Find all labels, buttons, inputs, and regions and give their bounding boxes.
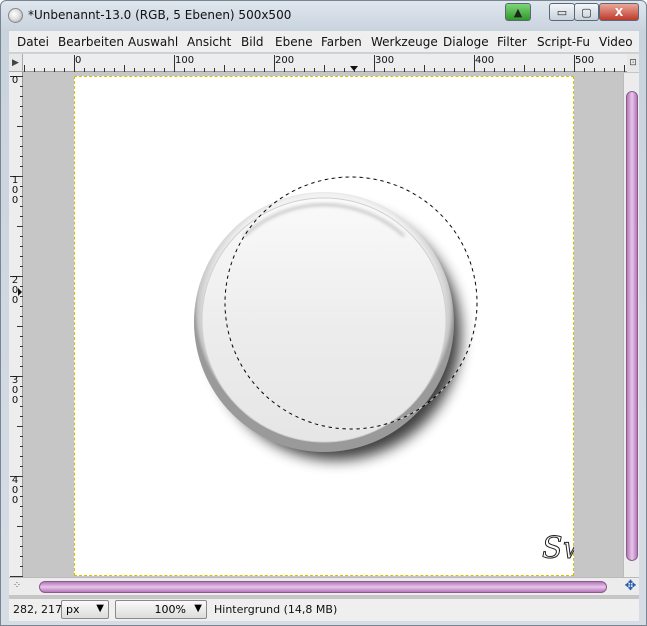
gimp-icon — [8, 8, 23, 23]
canvas-content: Sw — [194, 176, 574, 567]
menu-video[interactable]: Video — [599, 35, 633, 49]
menu-werkzeuge[interactable]: Werkzeuge — [371, 35, 438, 49]
menu-bearbeiten[interactable]: Bearbeiten — [58, 35, 124, 49]
v-ruler-label: 200 — [11, 275, 19, 306]
quick-mask-icon[interactable]: ⁘ — [11, 580, 23, 592]
vertical-ruler[interactable]: 0 100 200 300 400 — [9, 72, 23, 577]
title-bar[interactable]: *Unbenannt-13.0 (RGB, 5 Ebenen) 500x500 … — [1, 1, 646, 31]
menu-farben[interactable]: Farben — [321, 35, 362, 49]
menu-ebene[interactable]: Ebene — [275, 35, 313, 49]
extra-button[interactable]: ▲ — [505, 3, 531, 21]
ruler-position-marker — [350, 66, 358, 71]
extra-icon: ▲ — [513, 5, 523, 19]
move-cross-icon[interactable]: ✥ — [623, 579, 638, 594]
chevron-down-icon: ▼ — [194, 603, 202, 614]
app-window: *Unbenannt-13.0 (RGB, 5 Ebenen) 500x500 … — [0, 0, 647, 626]
layer-info: Hintergrund (14,8 MB) — [214, 603, 338, 616]
chevron-down-icon: ▼ — [96, 603, 104, 614]
menu-script-fu[interactable]: Script-Fu — [537, 35, 590, 49]
v-ruler-label: 0 — [11, 75, 19, 86]
menu-bar: Datei Bearbeiten Auswahl Ansicht Bild Eb… — [9, 31, 639, 53]
horizontal-scrollbar[interactable]: ⁘ ✥ — [9, 577, 639, 595]
horizontal-ruler-ticks — [24, 55, 625, 72]
zoom-select[interactable]: 100% ▼ — [115, 600, 207, 619]
maximize-icon: ▢ — [581, 5, 592, 19]
vertical-scroll-thumb[interactable] — [626, 91, 638, 561]
menu-dialoge[interactable]: Dialoge — [443, 35, 489, 49]
unit-value: px — [66, 603, 80, 616]
image-canvas[interactable]: Sw — [74, 76, 574, 576]
h-ruler-label: 400 — [475, 55, 495, 66]
unit-select[interactable]: px ▼ — [61, 600, 109, 619]
pointer-coordinates: 282, 217 — [13, 603, 62, 616]
maximize-button[interactable]: ▢ — [574, 3, 599, 21]
image-frame: ▶ 0 100 200 300 400 500 ⊡ 0 100 200 300 … — [9, 54, 639, 599]
h-ruler-label: 200 — [275, 55, 295, 66]
h-ruler-label: 0 — [75, 55, 82, 66]
horizontal-ruler[interactable]: 0 100 200 300 400 500 — [23, 54, 627, 72]
menu-datei[interactable]: Datei — [17, 35, 49, 49]
menu-bild[interactable]: Bild — [241, 35, 264, 49]
signature-mark: Sw — [542, 531, 574, 566]
close-button[interactable]: X — [599, 3, 639, 21]
status-bar: 282, 217 px ▼ 100% ▼ Hintergrund (14,8 M… — [9, 599, 639, 621]
h-ruler-label: 300 — [375, 55, 395, 66]
h-ruler-label: 500 — [575, 55, 595, 66]
vertical-scrollbar[interactable] — [623, 73, 639, 577]
zoom-value: 100% — [154, 603, 186, 616]
window-title: *Unbenannt-13.0 (RGB, 5 Ebenen) 500x500 — [28, 8, 292, 22]
minimize-icon: ▭ — [556, 5, 568, 19]
menu-ansicht[interactable]: Ansicht — [187, 35, 231, 49]
v-ruler-label: 400 — [11, 475, 19, 506]
zoom-fit-icon[interactable]: ⊡ — [627, 54, 639, 72]
h-ruler-label: 100 — [175, 55, 195, 66]
button-face — [201, 197, 447, 443]
scroll-up-icon[interactable] — [626, 75, 638, 87]
menu-auswahl[interactable]: Auswahl — [128, 35, 178, 49]
horizontal-scroll-thumb[interactable] — [39, 581, 607, 593]
menu-arrow-icon[interactable]: ▶ — [9, 54, 23, 72]
close-icon: X — [614, 5, 624, 19]
menu-filter[interactable]: Filter — [497, 35, 527, 49]
minimize-button[interactable]: ▭ — [549, 3, 575, 21]
v-ruler-label: 300 — [11, 375, 19, 406]
v-ruler-label: 100 — [11, 175, 19, 206]
